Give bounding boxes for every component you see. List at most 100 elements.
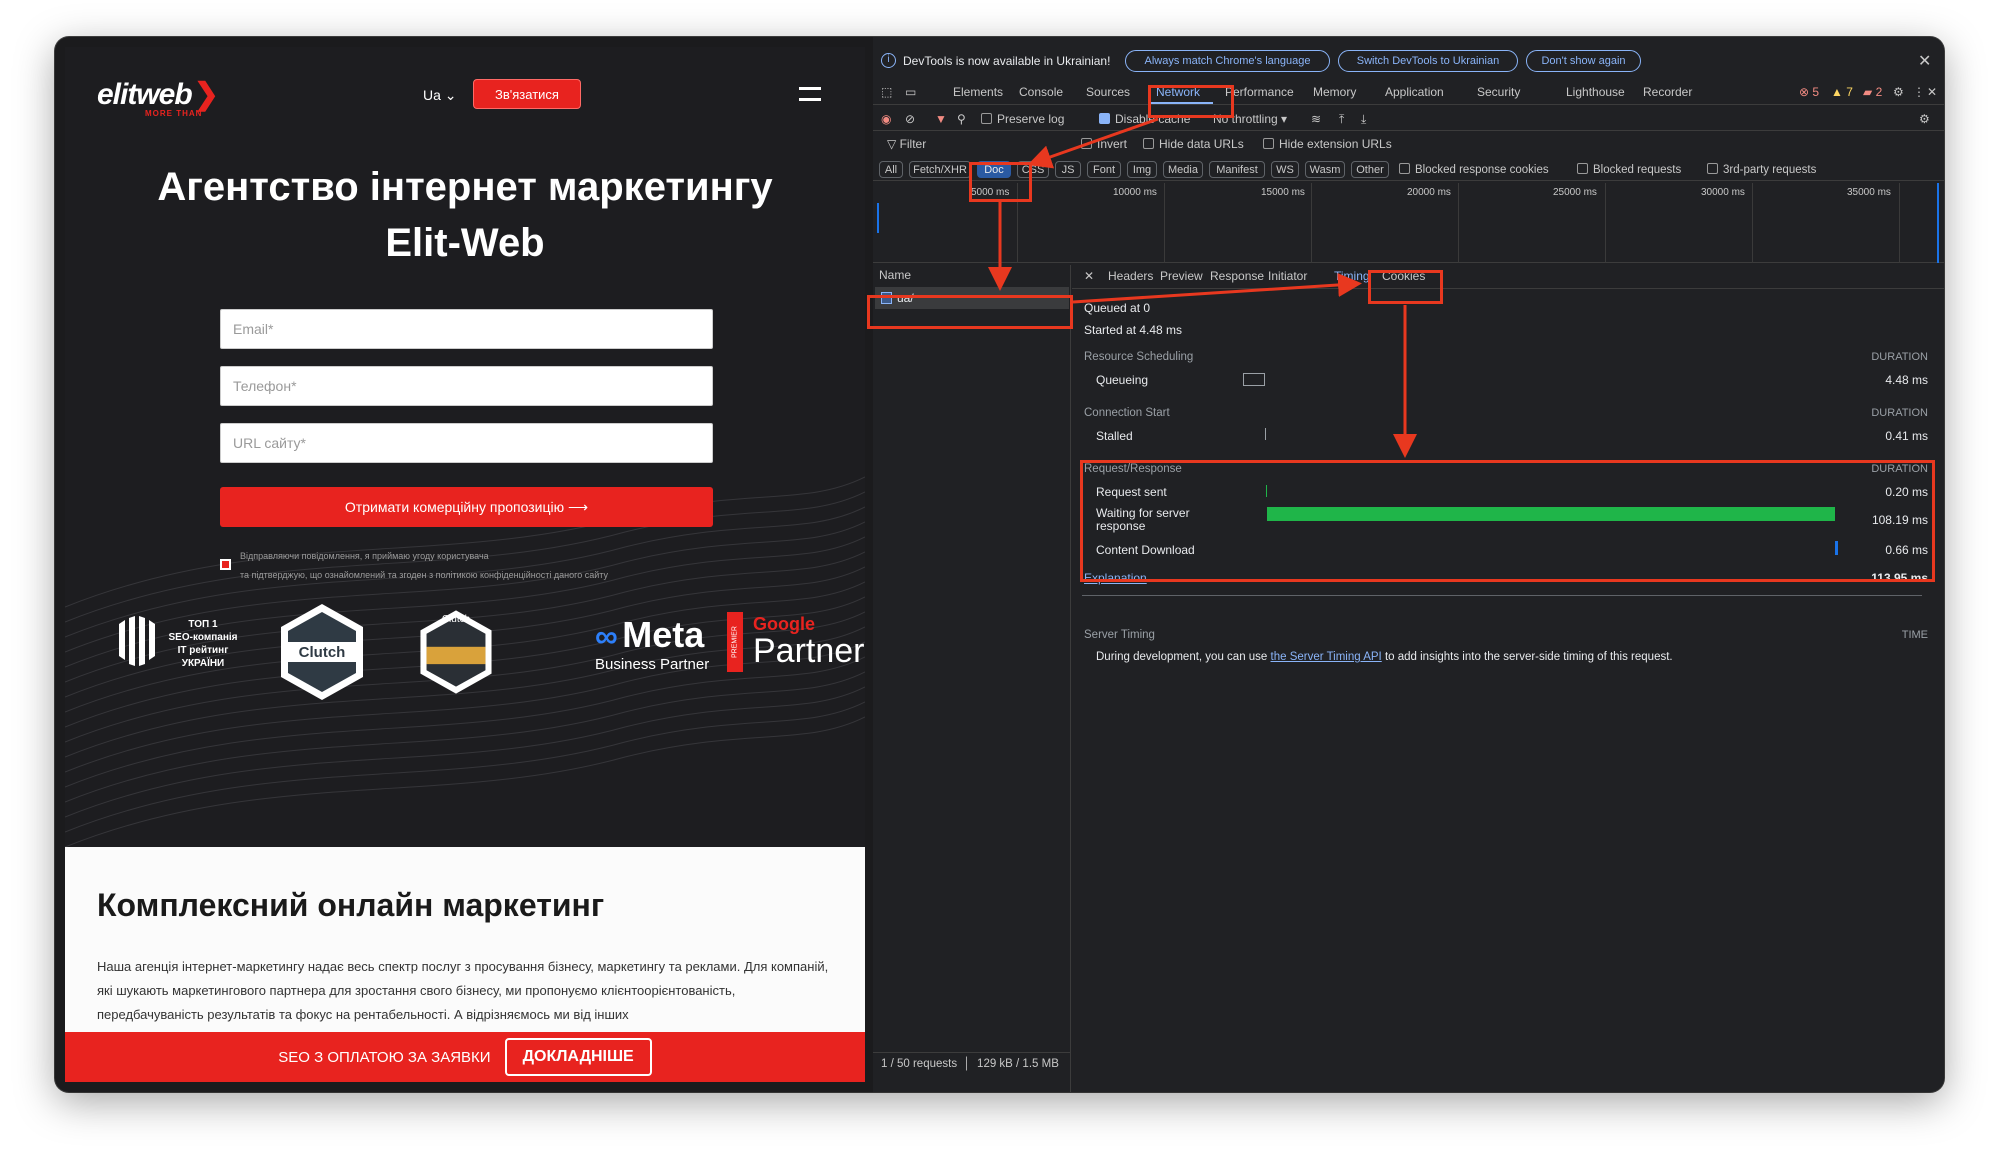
type-all[interactable]: All [879,161,903,178]
type-font[interactable]: Font [1087,161,1121,178]
warning-count[interactable]: ▲ 7 [1831,85,1853,99]
tab-recorder[interactable]: Recorder [1643,85,1692,99]
network-settings-icon[interactable]: ⚙ [1919,112,1930,126]
disable-cache-checkbox[interactable]: Disable cache [1099,112,1190,126]
filter-funnel-icon[interactable]: ▼ [935,112,947,126]
invert-checkbox[interactable]: Invert [1081,137,1127,151]
hide-data-urls-checkbox[interactable]: Hide data URLs [1143,137,1244,151]
rating-crest-icon [119,616,155,666]
tab-security[interactable]: Security [1477,85,1520,99]
elitweb-logo[interactable]: elitweb❯ [97,77,219,112]
type-doc[interactable]: Doc [977,161,1011,178]
type-js[interactable]: JS [1055,161,1081,178]
export-har-icon[interactable]: ⤓ [1361,112,1366,127]
clutch-badge-2-label: Clutch [441,614,471,625]
network-overview[interactable]: 5000 ms 10000 ms 15000 ms 20000 ms 25000… [873,183,1944,263]
error-count[interactable]: ⊗ 5 [1799,85,1819,99]
type-ws[interactable]: WS [1271,161,1299,178]
time-header: TIME [1901,629,1928,641]
get-offer-button[interactable]: Отримати комерційну пропозицію ⟶ [220,487,713,527]
consent-checkbox[interactable] [220,559,231,570]
tab-console[interactable]: Console [1019,85,1063,99]
hamburger-menu-icon[interactable] [799,87,821,101]
tab-sources[interactable]: Sources [1086,85,1130,99]
total-duration: 113.95 ms [1871,571,1928,585]
device-toolbar-icon[interactable]: ▭ [905,85,916,99]
tab-elements[interactable]: Elements [953,85,1003,99]
close-detail-icon[interactable]: ✕ [1084,269,1094,283]
settings-gear-icon[interactable]: ⚙ [1893,85,1904,99]
throttling-select[interactable]: No throttling ▾ [1213,112,1287,126]
waiting-value: 108.19 ms [1871,513,1928,527]
tab-performance[interactable]: Performance [1225,85,1294,99]
resource-type-filters: All Fetch/XHR Doc CSS JS Font Img Media … [873,159,1944,181]
email-field[interactable]: Email* [220,309,713,349]
phone-field[interactable]: Телефон* [220,366,713,406]
promo-more-button[interactable]: ДОКЛАДНІШЕ [504,1038,652,1076]
tab-initiator[interactable]: Initiator [1268,269,1307,283]
tab-memory[interactable]: Memory [1313,85,1356,99]
tab-headers[interactable]: Headers [1108,269,1153,283]
waiting-label: Waiting for server response [1096,506,1190,533]
name-column-header[interactable]: Name [879,268,911,282]
switch-language-button[interactable]: Switch DevTools to Ukrainian [1338,50,1518,72]
language-selector[interactable]: Ua ⌄ [423,87,457,104]
more-options-icon[interactable]: ⋮ [1913,85,1925,99]
type-media[interactable]: Media [1163,161,1203,178]
consent-text: Відправляючи повідомлення, я приймаю уго… [240,551,608,580]
duration-header: DURATION [1871,463,1928,475]
inspect-element-icon[interactable]: ⬚ [881,85,892,99]
blocked-requests-checkbox[interactable]: Blocked requests [1577,163,1681,176]
third-party-checkbox[interactable]: 3rd-party requests [1707,163,1816,176]
type-other[interactable]: Other [1351,161,1389,178]
type-fetch-xhr[interactable]: Fetch/XHR [909,161,971,178]
type-css[interactable]: CSS [1017,161,1049,178]
website-viewport: elitweb❯ MORE THAN Ua ⌄ Зв'язатися Агент… [65,47,865,1082]
search-icon[interactable]: ⚲ [957,112,966,126]
type-manifest[interactable]: Manifest [1209,161,1265,178]
server-timing-api-link[interactable]: the Server Timing API [1271,651,1382,663]
url-field[interactable]: URL сайту* [220,423,713,463]
infobar-message: DevTools is now available in Ukrainian! [903,54,1111,68]
filter-input[interactable]: ▽ Filter [887,137,926,151]
queueing-label: Queueing [1096,373,1149,387]
resource-scheduling-heading: Resource Scheduling [1084,351,1194,363]
tab-application[interactable]: Application [1385,85,1444,99]
started-at: Started at 4.48 ms [1084,323,1183,337]
active-tab-underline [1151,102,1213,104]
contact-button[interactable]: Зв'язатися [473,79,581,109]
dont-show-again-button[interactable]: Don't show again [1526,50,1641,72]
network-conditions-icon[interactable]: ≋ [1311,112,1321,126]
record-icon[interactable]: ◉ [881,112,891,126]
hide-extension-urls-checkbox[interactable]: Hide extension URLs [1263,137,1392,151]
issues-count[interactable]: ▰ 2 [1863,85,1882,99]
blocked-cookies-checkbox[interactable]: Blocked response cookies [1399,163,1549,176]
match-language-button[interactable]: Always match Chrome's language [1125,50,1330,72]
tab-network[interactable]: Network [1156,85,1200,99]
preserve-log-checkbox[interactable]: Preserve log [981,112,1064,126]
type-img[interactable]: Img [1127,161,1157,178]
close-infobar-icon[interactable]: ✕ [1918,51,1931,71]
request-sent-label: Request sent [1096,485,1167,499]
duration-header: DURATION [1871,407,1928,419]
google-partner-logo: Google Partner [753,614,865,670]
chevron-down-icon: ⌄ [444,87,457,103]
close-devtools-icon[interactable]: ✕ [1927,85,1937,99]
tab-lighthouse[interactable]: Lighthouse [1566,85,1625,99]
premier-badge: PREMIER [727,612,743,672]
tab-response[interactable]: Response [1210,269,1264,283]
tab-cookies[interactable]: Cookies [1382,269,1425,283]
tab-preview[interactable]: Preview [1160,269,1203,283]
overview-tick: 5000 ms [971,187,1010,198]
content-download-bar [1835,541,1838,555]
import-har-icon[interactable]: ⤒ [1339,112,1344,127]
language-infobar: i DevTools is now available in Ukrainian… [873,47,1944,75]
request-row[interactable]: ua/ [875,287,1069,309]
queued-at: Queued at 0 [1084,301,1151,315]
explanation-link[interactable]: Explanation [1084,571,1147,585]
tab-timing[interactable]: Timing [1334,269,1370,283]
promo-text: SEO З ОПЛАТОЮ ЗА ЗАЯВКИ [278,1048,491,1066]
type-wasm[interactable]: Wasm [1305,161,1345,178]
clear-icon[interactable]: ⊘ [905,112,915,126]
clutch-badge-1-label: Clutch [298,644,346,661]
